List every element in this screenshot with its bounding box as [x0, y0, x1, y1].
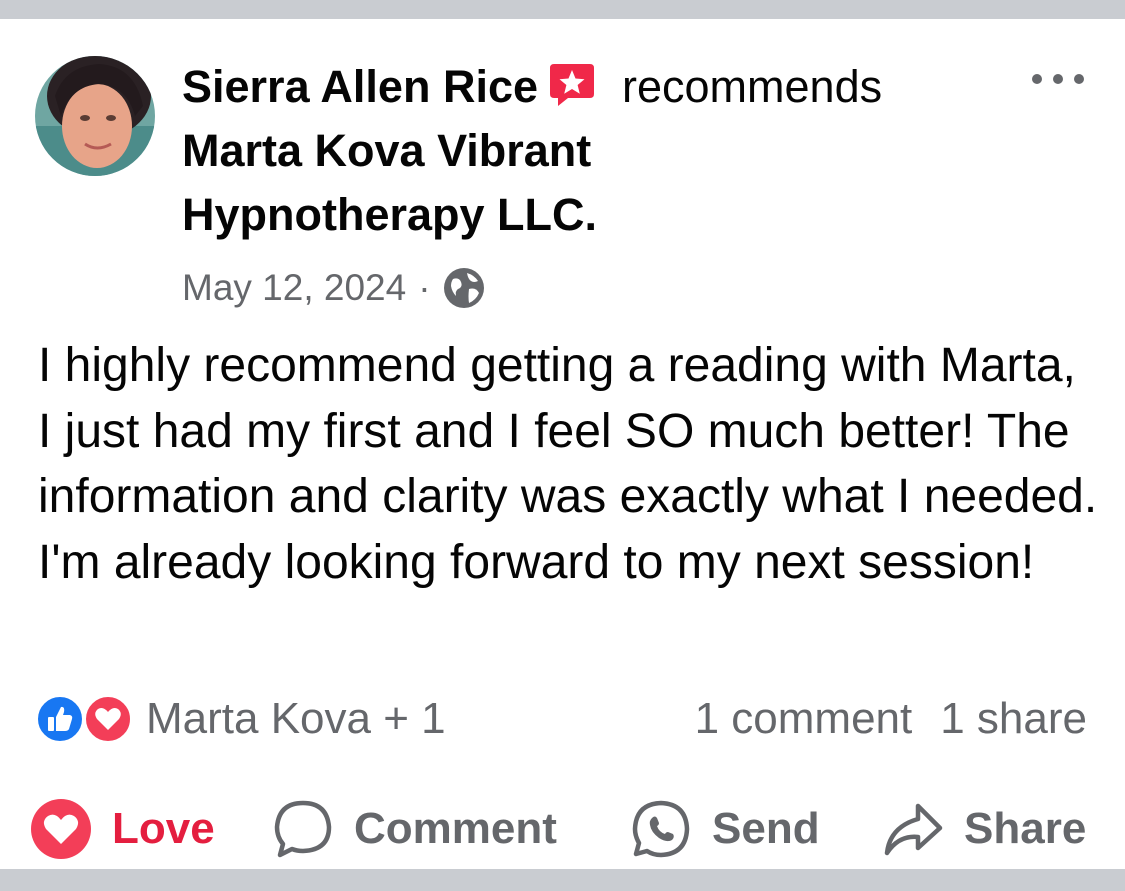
- more-options-icon[interactable]: [1032, 65, 1084, 93]
- recommendation-post: Sierra Allen Rice recommends Marta Kova V…: [0, 19, 1125, 869]
- love-reaction-icon: [31, 799, 91, 859]
- post-date[interactable]: May 12, 2024: [182, 263, 406, 313]
- comment-button[interactable]: Comment: [272, 789, 557, 869]
- recommendation-badge-icon: [548, 60, 596, 108]
- love-icon: [84, 695, 132, 743]
- recommends-verb: recommends: [622, 61, 883, 112]
- share-icon: [884, 803, 943, 856]
- comment-label: Comment: [354, 804, 557, 853]
- love-button[interactable]: Love: [30, 789, 215, 869]
- post-header: Sierra Allen Rice recommends Marta Kova V…: [182, 55, 1022, 247]
- meta-separator: ·: [418, 267, 431, 308]
- author-avatar[interactable]: [35, 56, 155, 176]
- comment-icon: [274, 800, 332, 858]
- love-label: Love: [112, 804, 215, 853]
- whatsapp-icon: [632, 800, 690, 858]
- post-text: I highly recommend getting a reading wit…: [38, 339, 1098, 589]
- bottom-frame-bar: [0, 869, 1125, 891]
- like-icon: [36, 695, 84, 743]
- globe-icon[interactable]: [443, 267, 485, 309]
- action-bar: Love Comment Send Share: [0, 789, 1125, 869]
- comment-count[interactable]: 1 comment: [695, 694, 913, 744]
- reactions-summary[interactable]: Marta Kova + 1: [36, 689, 446, 749]
- share-label: Share: [964, 804, 1087, 853]
- post-meta: May 12, 2024 ·: [182, 263, 485, 313]
- send-label: Send: [712, 804, 820, 853]
- share-count[interactable]: 1 share: [940, 694, 1087, 744]
- page-name-line2[interactable]: Hypnotherapy LLC.: [182, 183, 1022, 247]
- share-button[interactable]: Share: [882, 789, 1086, 869]
- page-name-line1[interactable]: Marta Kova Vibrant: [182, 119, 1022, 183]
- send-button[interactable]: Send: [630, 789, 820, 869]
- author-name[interactable]: Sierra Allen Rice: [182, 61, 538, 112]
- engagement-counts: 1 comment 1 share: [695, 689, 1087, 749]
- reactor-names: Marta Kova + 1: [146, 694, 446, 743]
